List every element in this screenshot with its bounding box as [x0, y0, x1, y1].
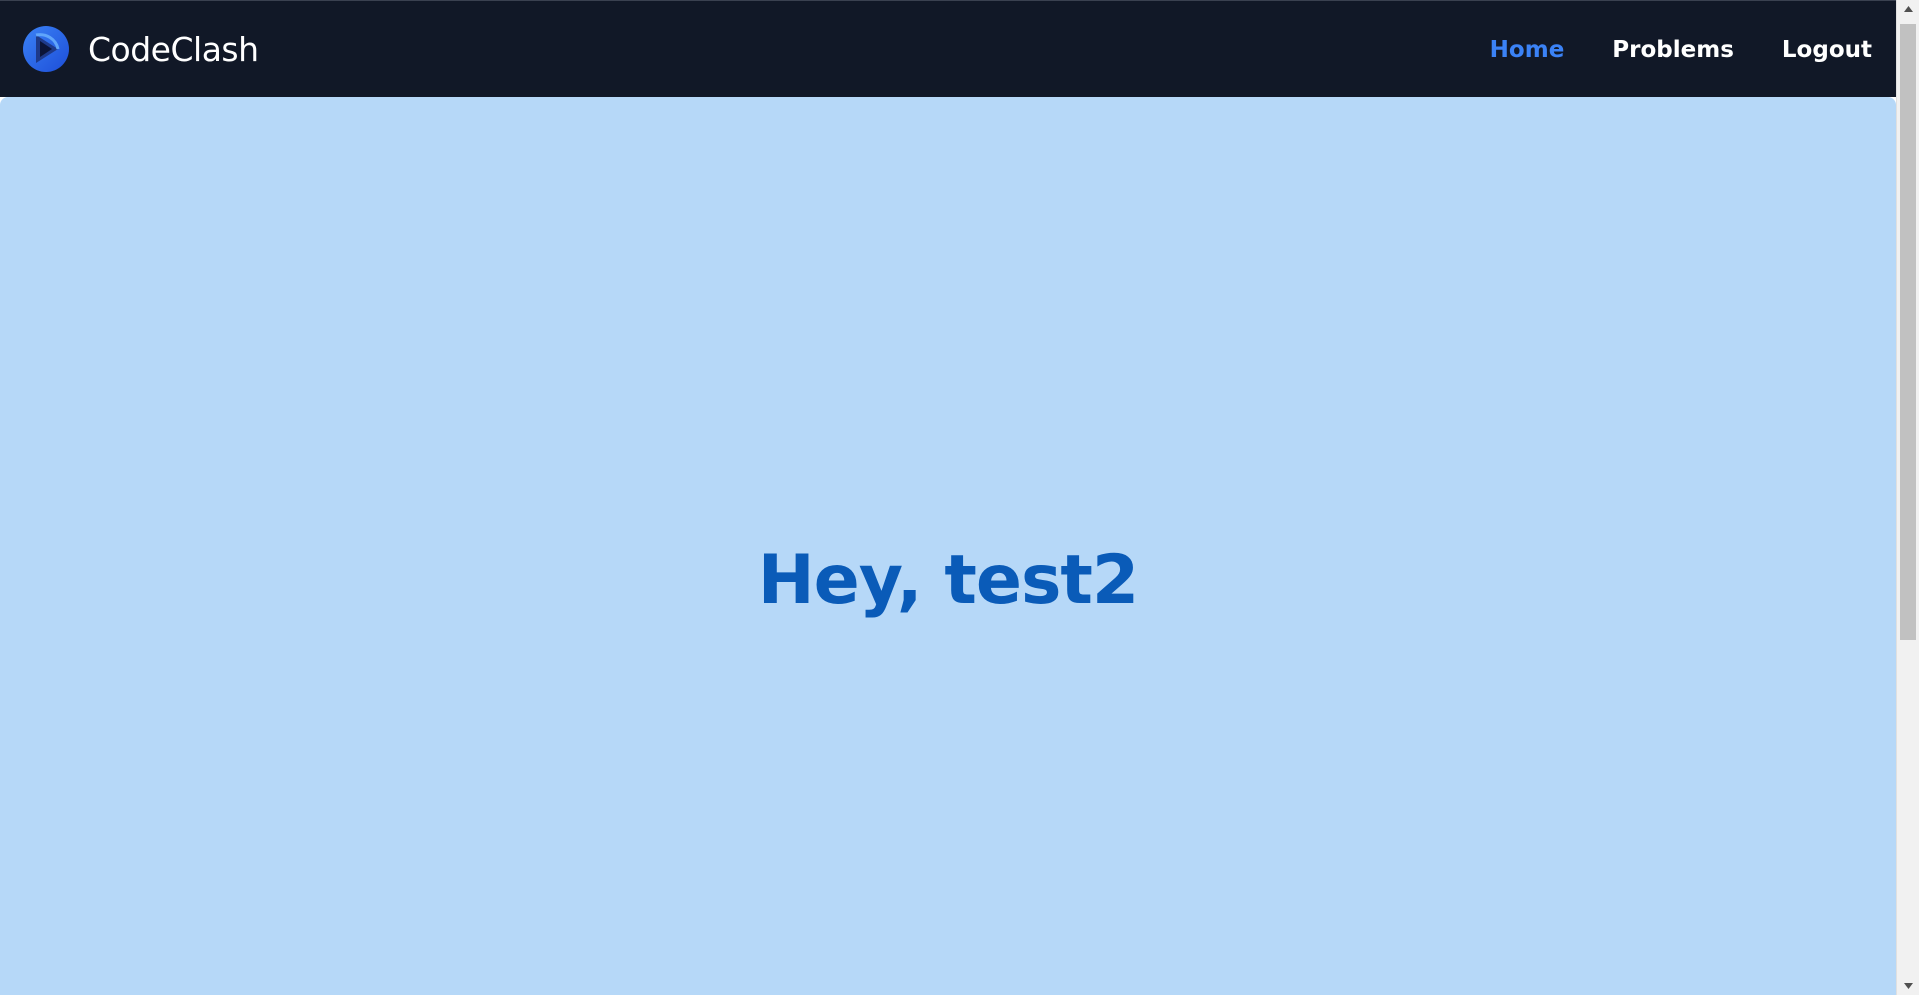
scrollbar-thumb[interactable]: [1900, 24, 1916, 640]
scroll-up-arrow-icon[interactable]: [1897, 0, 1919, 18]
nav-home-link[interactable]: Home: [1490, 37, 1565, 63]
greeting-heading: Hey, test2: [757, 541, 1140, 620]
scroll-down-arrow-icon[interactable]: [1897, 977, 1919, 995]
nav-links: Home Problems Logout: [1442, 1, 1872, 98]
nav-problems-link[interactable]: Problems: [1612, 37, 1734, 63]
page: CodeClash Home Problems Logout Hey, test…: [0, 0, 1919, 995]
hero-section: Hey, test2: [0, 97, 1896, 995]
vertical-scrollbar[interactable]: [1896, 0, 1919, 995]
brand-link[interactable]: CodeClash: [22, 25, 259, 73]
codeclash-logo-icon: [23, 26, 69, 72]
nav-logout-link[interactable]: Logout: [1782, 37, 1872, 63]
top-navbar: CodeClash Home Problems Logout: [0, 0, 1896, 97]
brand-name: CodeClash: [88, 29, 259, 69]
